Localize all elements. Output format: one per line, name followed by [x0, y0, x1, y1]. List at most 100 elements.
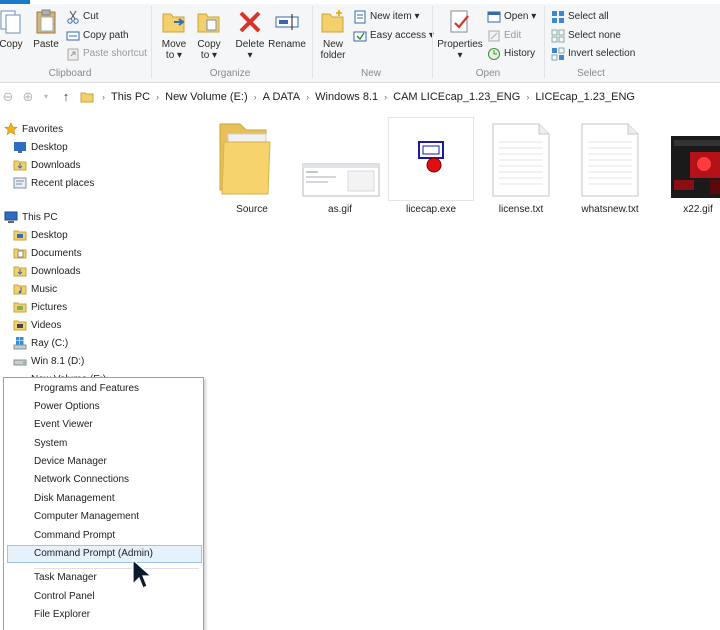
drive-icon [13, 359, 27, 366]
history-button[interactable]: History [487, 46, 535, 62]
star-icon [4, 122, 18, 136]
ribbon-tab-strip [0, 0, 720, 4]
new-item-button[interactable]: New item ▾ [353, 9, 420, 25]
file-item-source[interactable]: Source [210, 118, 294, 215]
file-item-whatsnew-txt[interactable]: whatsnew.txt [568, 118, 652, 215]
select-none-button[interactable]: Select none [551, 28, 621, 44]
copy-button[interactable]: Copy [0, 8, 26, 50]
menu-item-network-connections[interactable]: Network Connections [7, 471, 202, 489]
invert-selection-label: Invert selection [568, 48, 636, 59]
invert-selection-button[interactable]: Invert selection [551, 46, 635, 62]
nav-videos[interactable]: Videos [13, 316, 61, 334]
file-item-licecap-exe[interactable]: licecap.exe [388, 117, 474, 215]
menu-item-system[interactable]: System [7, 435, 202, 453]
chevron-down-icon: ▾ [531, 11, 537, 22]
chevron-down-icon: ▾ [457, 50, 463, 61]
breadcrumb-chevron-icon[interactable]: › [380, 92, 391, 102]
folder-thumbnail [210, 118, 294, 200]
nav-label: Favorites [22, 123, 64, 135]
breadcrumb-windows-81[interactable]: Windows 8.1 [313, 91, 380, 103]
delete-label: Delete [235, 39, 265, 50]
new-group-label: New [360, 68, 381, 79]
paste-button[interactable]: Paste [31, 8, 61, 50]
copy-path-button[interactable]: Copy path [66, 28, 129, 44]
nav-this-pc[interactable]: This PC [4, 208, 58, 226]
edit-button[interactable]: Edit [487, 28, 521, 44]
delete-button[interactable]: Delete ▾ [232, 8, 268, 61]
menu-item-power-options[interactable]: Power Options [7, 398, 202, 416]
properties-button[interactable]: Properties ▾ [436, 8, 484, 61]
nav-label: Win 8.1 (D:) [31, 355, 85, 367]
move-to-button[interactable]: Move to ▾ [157, 8, 191, 61]
file-item-x22-gif[interactable]: x22.gif [656, 118, 720, 215]
folder-icon [13, 230, 27, 241]
address-bar[interactable]: › This PC › New Volume (E:) › A DATA › W… [80, 87, 720, 107]
menu-item-control-panel[interactable]: Control Panel [7, 588, 202, 606]
nav-documents[interactable]: Documents [13, 244, 82, 262]
copy-to-button[interactable]: Copy to ▾ [192, 8, 226, 61]
nav-label: This PC [22, 211, 58, 223]
menu-item-computer-management[interactable]: Computer Management [7, 508, 202, 526]
file-item-as-gif[interactable]: as.gif [298, 118, 382, 215]
menu-item-device-manager[interactable]: Device Manager [7, 453, 202, 471]
nav-music[interactable]: Music [13, 280, 57, 298]
breadcrumb-cam-licecap[interactable]: CAM LICEcap_1.23_ENG [391, 91, 522, 103]
select-all-button[interactable]: Select all [551, 9, 609, 25]
mouse-pointer-icon [132, 558, 153, 589]
up-arrow-icon[interactable]: ↑ [58, 89, 74, 105]
nav-favorites[interactable]: Favorites [4, 120, 63, 138]
gif-thumbnail [298, 118, 382, 200]
move-to-folder-icon [162, 13, 185, 33]
breadcrumb-chevron-icon[interactable]: › [152, 92, 163, 102]
menu-item-event-viewer[interactable]: Event Viewer [7, 416, 202, 434]
folder-icon [80, 92, 94, 103]
breadcrumb-chevron-icon[interactable]: › [250, 92, 261, 102]
nav-desktop[interactable]: Desktop [13, 226, 68, 244]
paste-shortcut-button[interactable]: Paste shortcut [66, 46, 147, 62]
rename-button[interactable]: Rename [268, 8, 306, 50]
txt-thumbnail [568, 118, 652, 200]
nav-favorites-downloads[interactable]: Downloads [13, 156, 80, 174]
breadcrumb-new-volume[interactable]: New Volume (E:) [163, 91, 250, 103]
menu-item-programs-and-features[interactable]: Programs and Features [7, 380, 202, 398]
menu-item-command-prompt-admin[interactable]: Command Prompt (Admin) [7, 545, 202, 563]
forward-arrow-icon[interactable]: ⊕ [20, 89, 36, 105]
menu-item-file-explorer[interactable]: File Explorer [7, 606, 202, 624]
file-name: whatsnew.txt [581, 204, 639, 215]
nav-pictures[interactable]: Pictures [13, 298, 67, 316]
nav-favorites-desktop[interactable]: Desktop [13, 138, 68, 156]
breadcrumb-chevron-icon[interactable]: › [98, 92, 109, 102]
back-arrow-icon[interactable]: ⊖ [0, 89, 16, 105]
breadcrumb-licecap[interactable]: LICEcap_1.23_ENG [533, 91, 637, 103]
breadcrumb-chevron-icon[interactable]: › [302, 92, 313, 102]
paste-label: Paste [33, 39, 59, 50]
file-item-license-txt[interactable]: license.txt [479, 118, 563, 215]
menu-item-task-manager[interactable]: Task Manager [7, 569, 202, 587]
recent-locations-chevron-icon[interactable]: ▾ [38, 89, 54, 105]
nav-downloads[interactable]: Downloads [13, 262, 80, 280]
cut-button[interactable]: Cut [66, 9, 99, 25]
breadcrumb-chevron-icon[interactable]: › [522, 92, 533, 102]
breadcrumb-this-pc[interactable]: This PC [109, 91, 152, 103]
breadcrumb-a-data[interactable]: A DATA [261, 91, 303, 103]
menu-item-disk-management[interactable]: Disk Management [7, 490, 202, 508]
open-button[interactable]: Open ▾ [487, 9, 536, 25]
chevron-down-icon: ▾ [212, 50, 218, 61]
nav-drive-d[interactable]: Win 8.1 (D:) [13, 352, 84, 370]
windows-drive-icon [13, 337, 27, 350]
gif-preview-image [302, 163, 380, 197]
nav-drive-c[interactable]: Ray (C:) [13, 334, 68, 352]
new-folder-button[interactable]: New folder [316, 8, 350, 61]
videos-folder-icon [13, 320, 27, 331]
copy-label: Copy [0, 39, 23, 50]
nav-recent-places[interactable]: Recent places [13, 174, 94, 192]
music-folder-icon [13, 284, 27, 295]
properties-icon [450, 10, 469, 33]
nav-label: Desktop [31, 141, 68, 153]
gif-thumbnail [656, 118, 720, 200]
file-tab-accent[interactable] [0, 0, 30, 4]
text-document-icon [581, 123, 639, 197]
easy-access-button[interactable]: Easy access ▾ [353, 28, 434, 44]
menu-item-command-prompt[interactable]: Command Prompt [7, 527, 202, 545]
copy-to-folder-icon [197, 13, 220, 33]
